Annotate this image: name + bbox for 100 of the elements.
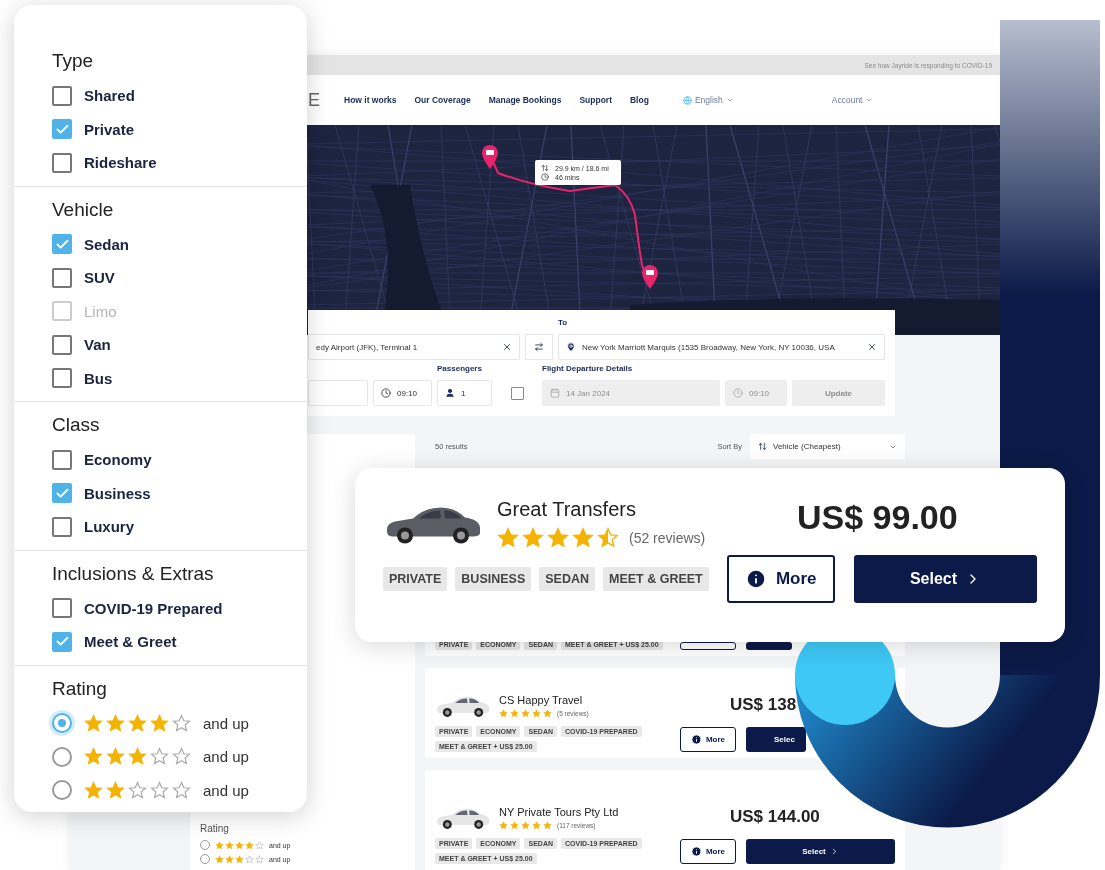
star-icon xyxy=(128,747,147,767)
radio-button[interactable] xyxy=(52,780,72,801)
more-button[interactable]: More xyxy=(680,839,736,864)
star-icon xyxy=(245,854,254,864)
select-button[interactable] xyxy=(746,642,792,650)
tag: MEET & GREET xyxy=(603,567,709,591)
rating-label: and up xyxy=(203,748,249,766)
star-icon xyxy=(84,780,103,800)
star-icon xyxy=(128,713,147,733)
radio-button[interactable] xyxy=(52,713,72,734)
rating-label: and up xyxy=(203,714,249,732)
globe-icon xyxy=(682,95,692,105)
star-icon xyxy=(521,821,530,830)
clear-icon[interactable] xyxy=(867,342,877,352)
star-icon xyxy=(235,854,244,864)
more-button[interactable]: More xyxy=(680,727,736,752)
star-icon xyxy=(521,709,530,718)
clock-icon xyxy=(733,388,743,398)
checkbox[interactable] xyxy=(52,234,72,255)
select-button[interactable]: Selec xyxy=(746,727,806,752)
star-icon xyxy=(225,840,234,850)
nav-link[interactable]: Manage Bookings xyxy=(488,95,562,105)
star-icon xyxy=(172,713,191,733)
checkbox-label: Economy xyxy=(84,451,152,469)
star-icon xyxy=(245,840,254,850)
checkbox[interactable] xyxy=(52,85,72,106)
checkbox[interactable] xyxy=(52,598,72,619)
checkbox-label: Luxury xyxy=(84,518,134,536)
radio-button[interactable] xyxy=(200,854,210,864)
star-icon xyxy=(128,780,147,800)
checkbox-label: Business xyxy=(84,484,151,502)
nav-link[interactable]: How it works xyxy=(344,95,397,105)
sort-dropdown[interactable]: Vehicle (Cheapest) xyxy=(750,434,905,459)
to-field[interactable]: New York Marriott Marquis (1535 Broadway, New York, NY 10036, USA xyxy=(558,334,885,360)
price: US$ 99.00 xyxy=(796,498,959,537)
clear-icon[interactable] xyxy=(502,342,512,352)
sort-icon xyxy=(758,442,767,451)
star-icon xyxy=(150,713,169,733)
star-icon xyxy=(215,854,224,864)
star-icon xyxy=(235,840,244,850)
logo-text: E xyxy=(308,89,320,111)
checkbox[interactable] xyxy=(52,449,72,470)
checkbox[interactable] xyxy=(52,152,72,173)
rating-label: and up xyxy=(203,781,249,799)
swap-icon xyxy=(534,342,544,352)
nav-link[interactable]: Blog xyxy=(630,95,649,105)
swap-button[interactable] xyxy=(525,334,553,360)
star-icon xyxy=(106,747,125,767)
language-dropdown[interactable]: English xyxy=(682,95,734,105)
time-field[interactable]: 09:10 xyxy=(373,380,432,406)
star-icon xyxy=(497,527,519,549)
clock-icon xyxy=(381,388,391,398)
chevron-down-icon xyxy=(865,96,874,104)
star-icon xyxy=(597,527,619,549)
company-name: NY Private Tours Pty Ltd xyxy=(499,806,619,818)
field-label: Flight Departure Details xyxy=(542,364,634,375)
nav-link[interactable]: Support xyxy=(579,95,612,105)
from-field[interactable]: edy Airport (JFK), Terminal 1 xyxy=(308,334,520,360)
checkbox-label: Bus xyxy=(84,369,113,387)
section-title: Type xyxy=(52,49,95,73)
date-field[interactable] xyxy=(308,380,368,406)
checkbox[interactable] xyxy=(52,368,72,389)
account-dropdown[interactable]: Account xyxy=(831,95,874,105)
tag: PRIVATE xyxy=(383,567,448,591)
checkbox[interactable] xyxy=(52,119,72,140)
passengers-field[interactable]: 1 xyxy=(437,380,492,406)
star-icon xyxy=(499,821,508,830)
nav-link[interactable]: Our Coverage xyxy=(414,95,471,105)
star-icon xyxy=(499,709,508,718)
calendar-icon xyxy=(550,388,560,398)
checkbox-label: Private xyxy=(84,120,135,138)
radio-button[interactable] xyxy=(52,746,72,767)
star-icon xyxy=(532,821,541,830)
select-button[interactable]: Select xyxy=(854,555,1037,603)
section-title: Vehicle xyxy=(52,197,115,222)
radio-button[interactable] xyxy=(200,840,210,850)
checkbox-label: Van xyxy=(84,336,111,354)
checkbox[interactable] xyxy=(52,483,72,504)
field-label: To xyxy=(558,318,569,329)
star-icon xyxy=(547,527,569,549)
checkbox[interactable] xyxy=(510,386,524,400)
section-title: Class xyxy=(52,413,101,437)
section-title: Rating xyxy=(52,676,108,701)
star-icon xyxy=(106,780,125,800)
star-icon xyxy=(255,854,264,864)
company-name: CS Happy Travel xyxy=(499,694,584,706)
checkbox-label: Shared xyxy=(84,87,135,105)
star-icon xyxy=(572,527,594,549)
start-pin-icon xyxy=(480,143,500,169)
person-icon xyxy=(445,388,455,398)
checkbox[interactable] xyxy=(52,267,72,288)
more-button[interactable] xyxy=(680,642,736,650)
more-button[interactable]: More xyxy=(727,555,835,603)
checkbox[interactable] xyxy=(52,516,72,537)
checkbox[interactable] xyxy=(52,334,72,355)
info-icon xyxy=(690,846,702,857)
checkbox[interactable] xyxy=(52,631,72,652)
star-icon xyxy=(510,821,519,830)
select-button[interactable]: Select xyxy=(746,839,895,864)
star-icon xyxy=(510,709,519,718)
